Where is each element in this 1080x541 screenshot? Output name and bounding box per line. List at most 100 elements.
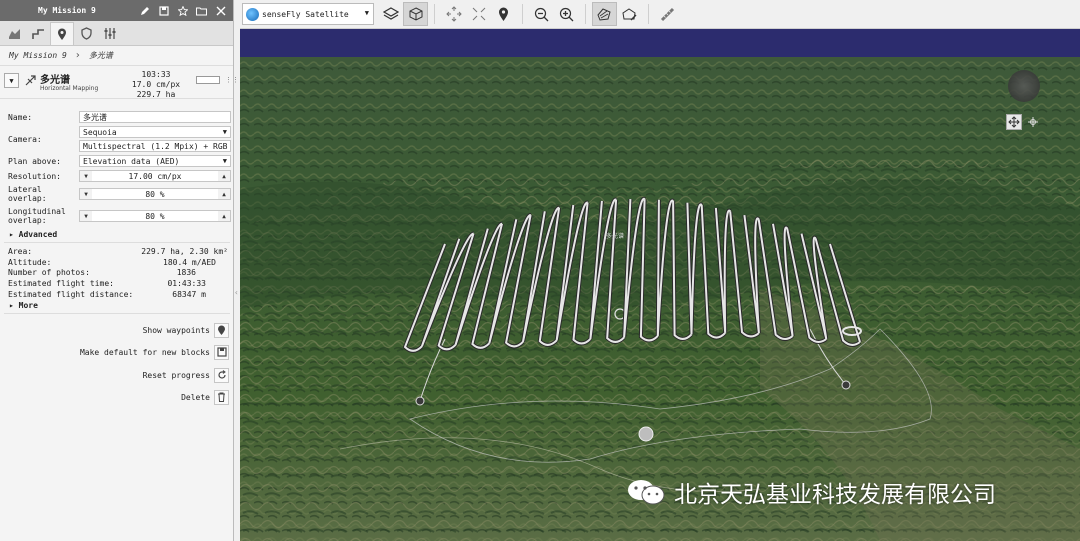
zoom-in-icon[interactable] [554,2,579,26]
reset-icon[interactable] [214,367,229,383]
make-default-action[interactable]: Make default for new blocks [80,344,229,360]
panel-titlebar: My Mission 9 [0,0,233,21]
plane-icon [24,74,37,89]
increase-button[interactable]: ▲ [218,211,230,221]
longitudinal-row: Longitudinal overlap: ▼ 80 % ▲ [0,206,234,226]
terrain-3d [240,29,1080,541]
separator [434,4,435,24]
chevron-down-icon: ▼ [364,9,369,17]
tab-flight-plan[interactable] [26,22,50,45]
name-row: Name: 多光谱 [0,110,234,124]
show-waypoints-label: Show waypoints [142,325,210,335]
map-toolbar: senseFly Satellite ▼ [240,0,1080,29]
expand-icon[interactable] [441,2,466,26]
more-label: More [18,301,38,310]
map-view[interactable]: 多光谱 北京天弘基业科技发展有限公司 [240,29,1080,541]
globe-icon [246,7,259,21]
resolution-stepper[interactable]: ▼ 17.00 cm/px ▲ [79,170,231,182]
tab-settings[interactable] [98,22,122,45]
compass-icon[interactable] [1008,70,1040,102]
reset-progress-action[interactable]: Reset progress [143,367,229,383]
reset-progress-label: Reset progress [142,370,210,380]
info-label: Number of photos: [8,268,90,277]
longitudinal-label-line1: Longitudinal [8,207,66,216]
info-photos: Number of photos: 1836 [8,268,228,277]
3d-view-button[interactable] [403,2,428,26]
triangle-right-icon: ▸ [9,301,19,310]
info-value: 68347 m [172,290,206,299]
tab-safety[interactable] [74,22,98,45]
separator [522,4,523,24]
separator [585,4,586,24]
trash-icon[interactable] [214,389,229,405]
draw-area-icon[interactable] [592,2,617,26]
watermark-text: 北京天弘基业科技发展有限公司 [674,482,996,508]
camera-model-value: Sequoia [83,127,117,137]
lateral-overlap-stepper[interactable]: ▼ 80 % ▲ [79,188,231,200]
breadcrumb-root[interactable]: My Mission 9 [9,51,67,60]
move-arrows-icon[interactable] [1006,114,1022,130]
info-altitude: Altitude: 180.4 m/AED [8,258,228,267]
folder-icon[interactable] [195,4,208,17]
breadcrumb: My Mission 9 › 多光谱 [0,46,233,66]
edit-area-icon[interactable] [617,2,642,26]
info-label: Estimated flight time: [8,279,114,288]
map-source-select[interactable]: senseFly Satellite ▼ [242,3,374,25]
layers-button[interactable] [378,2,403,26]
more-toggle[interactable]: ▸ More [9,301,38,310]
watermark: 北京天弘基业科技发展有限公司 [626,475,996,509]
star-icon[interactable] [176,4,189,17]
info-label: Altitude: [8,258,52,267]
close-icon[interactable] [214,4,227,17]
plan-label: Plan above: [8,157,61,166]
zoom-out-icon[interactable] [529,2,554,26]
block-resolution: 17.0 cm/px [131,80,181,89]
pencil-icon[interactable] [138,4,151,17]
plan-row: Plan above: Elevation data (AED) ▼ [0,154,234,168]
block-header: ▼ 多光谱 Horizontal Mapping 103:33 17.0 cm/… [0,66,239,99]
location-pin-icon[interactable] [491,2,516,26]
drag-handle-icon[interactable]: ⋮⋮ [225,76,239,84]
info-value: 229.7 ha, 2.30 km² [141,247,228,256]
camera-mode-value: Multispectral (1.2 Mpix) + RGB [83,141,228,151]
camera-model-select[interactable]: Sequoia ▼ [79,126,231,138]
lateral-label-line1: Lateral [8,185,42,194]
pan-icon[interactable] [1025,114,1041,130]
app-window: My Mission 9 My Mission 9 › 多光谱 ▼ 多光谱 Ho… [0,0,1080,541]
ruler-icon[interactable] [655,2,680,26]
tab-waypoint[interactable] [50,22,74,45]
decrease-button[interactable]: ▼ [80,171,92,181]
info-label: Estimated flight distance: [8,290,134,299]
show-waypoints-action[interactable]: Show waypoints [143,322,229,338]
make-default-label: Make default for new blocks [79,347,210,357]
decrease-button[interactable]: ▼ [80,211,92,221]
save-icon[interactable] [214,344,229,360]
lateral-label: Lateral overlap: [8,185,47,203]
advanced-toggle[interactable]: ▸ Advanced [9,230,57,239]
info-label: Area: [8,247,33,256]
chevron-down-icon: ▼ [222,128,227,136]
plan-above-select[interactable]: Elevation data (AED) ▼ [79,155,231,167]
delete-label: Delete [181,392,210,402]
camera-mode-select[interactable]: Multispectral (1.2 Mpix) + RGB [79,140,231,152]
tab-mission-list[interactable] [2,22,26,45]
longitudinal-overlap-stepper[interactable]: ▼ 80 % ▲ [79,210,231,222]
plan-value: Elevation data (AED) [83,156,180,166]
name-input[interactable]: 多光谱 [79,111,231,123]
delete-action[interactable]: Delete [181,389,229,405]
info-area: Area: 229.7 ha, 2.30 km² [8,247,228,256]
increase-button[interactable]: ▲ [218,189,230,199]
block-duration: 103:33 [141,70,171,79]
decrease-button[interactable]: ▼ [80,189,92,199]
collapse-view-icon[interactable] [466,2,491,26]
save-icon[interactable] [157,4,170,17]
chevron-right-icon: › [74,50,81,61]
name-value: 多光谱 [83,112,107,122]
waypoint-icon[interactable] [214,322,229,338]
camera-label: Camera: [8,135,42,144]
mission-title: My Mission 9 [38,6,96,15]
name-label: Name: [8,113,33,122]
increase-button[interactable]: ▲ [218,171,230,181]
longitudinal-label: Longitudinal overlap: [8,207,66,225]
collapse-button[interactable]: ▼ [4,73,19,88]
